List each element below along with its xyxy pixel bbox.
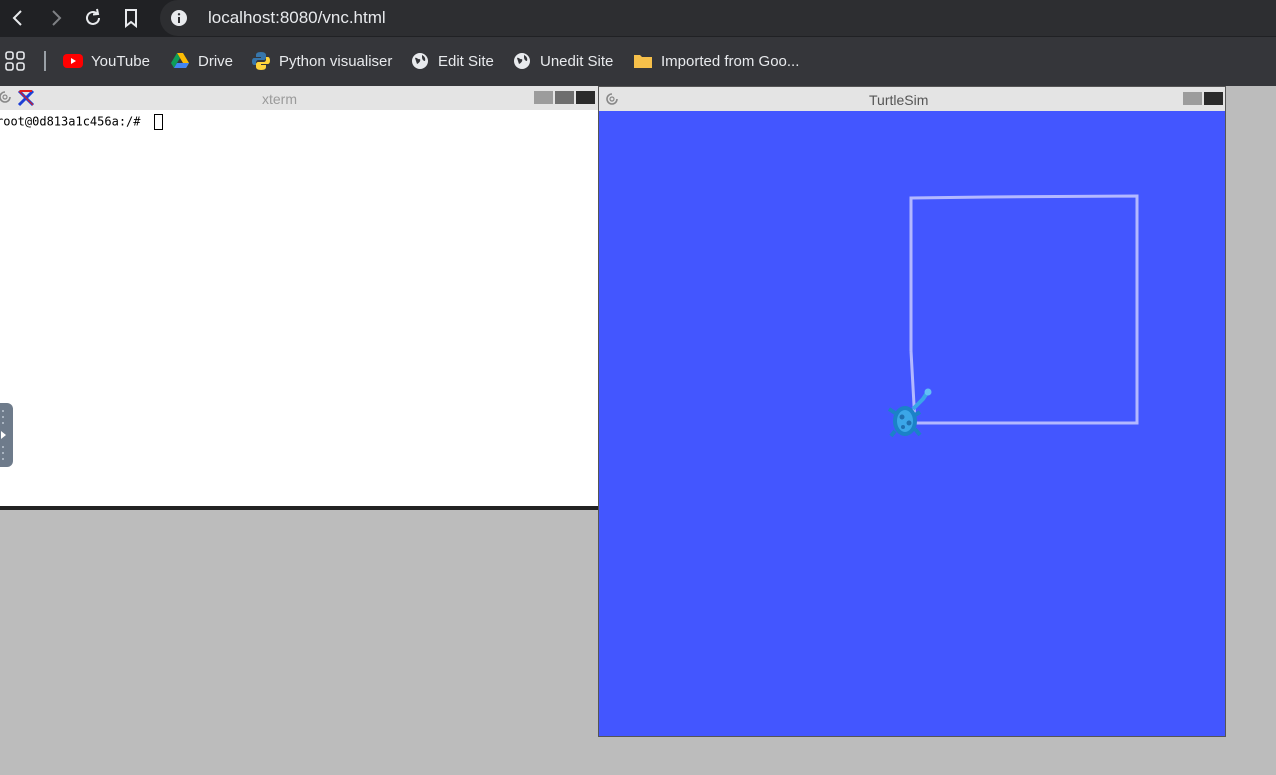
window-title: TurtleSim — [869, 92, 929, 108]
bookmark-label: Edit Site — [438, 52, 494, 70]
chevron-left-icon — [12, 10, 22, 26]
handle-grip-icon — [1, 410, 6, 460]
bookmark-imported-folder[interactable]: Imported from Goo... — [633, 49, 799, 73]
bookmark-button[interactable] — [117, 4, 145, 32]
pen-trail — [909, 194, 1139, 425]
close-button[interactable] — [1204, 92, 1223, 105]
minimize-button[interactable] — [1183, 92, 1202, 105]
xterm-titlebar[interactable]: xterm — [0, 86, 598, 110]
bookmark-label: YouTube — [91, 52, 150, 70]
minimize-button[interactable] — [534, 91, 553, 104]
apps-button[interactable] — [4, 49, 26, 73]
reload-button[interactable] — [79, 4, 107, 32]
turtle-icon — [887, 388, 932, 438]
turtlesim-window[interactable]: TurtleSim — [598, 86, 1226, 737]
maximize-button[interactable] — [555, 91, 574, 104]
bookmark-python-visualiser[interactable]: Python visualiser — [251, 49, 392, 73]
terminal-area[interactable]: root@0d813a1c456a:/# — [0, 110, 598, 506]
forward-button[interactable] — [42, 4, 70, 32]
turtlesim-titlebar[interactable]: TurtleSim — [599, 87, 1225, 111]
back-button[interactable] — [4, 4, 32, 32]
window-title: xterm — [262, 91, 297, 107]
chevron-right-icon — [52, 10, 62, 26]
terminal-prompt-line[interactable]: root@0d813a1c456a:/# — [0, 114, 163, 130]
youtube-icon — [63, 51, 83, 71]
url-text[interactable]: localhost:8080/vnc.html — [208, 8, 386, 28]
vnc-desktop[interactable]: xterm root@0d813a1c456a:/# TurtleSim — [0, 86, 1276, 775]
close-button[interactable] — [576, 91, 595, 104]
reload-icon — [86, 8, 100, 25]
browser-top-bar: localhost:8080/vnc.html — [0, 0, 1276, 37]
bookmark-drive[interactable]: Drive — [170, 49, 233, 73]
bookmark-unedit-site[interactable]: Unedit Site — [512, 49, 613, 73]
bookmark-icon — [125, 9, 137, 28]
bookmarks-bar: YouTube Drive Python visualiser Edit Sit… — [0, 37, 1276, 86]
apps-grid-icon — [5, 51, 25, 71]
bookmark-label: Drive — [198, 52, 234, 70]
turtlesim-canvas[interactable] — [599, 111, 1225, 736]
turtle-drawing — [887, 194, 1139, 438]
window-menu-icon[interactable] — [0, 90, 12, 104]
address-bar[interactable]: localhost:8080/vnc.html — [160, 0, 1276, 36]
globe-icon — [512, 51, 532, 71]
bookmark-separator — [44, 51, 46, 71]
bookmark-edit-site[interactable]: Edit Site — [410, 49, 494, 73]
bookmark-label: Imported from Goo... — [661, 52, 800, 70]
terminal-cursor — [153, 114, 163, 130]
x-logo-icon — [17, 89, 35, 107]
novnc-control-bar-handle[interactable] — [0, 403, 13, 467]
xterm-window[interactable]: xterm root@0d813a1c456a:/# — [0, 86, 598, 510]
bookmark-label: Unedit Site — [540, 52, 614, 70]
bookmark-label: Python visualiser — [279, 52, 393, 70]
globe-icon — [410, 51, 430, 71]
folder-icon — [633, 51, 653, 71]
info-icon[interactable] — [170, 9, 188, 27]
drive-icon — [170, 51, 190, 71]
terminal-prompt: root@0d813a1c456a:/# — [0, 114, 148, 129]
window-bottom-border — [0, 506, 598, 510]
window-menu-icon[interactable] — [605, 92, 619, 106]
bookmark-youtube[interactable]: YouTube — [63, 49, 150, 73]
python-icon — [251, 51, 271, 71]
